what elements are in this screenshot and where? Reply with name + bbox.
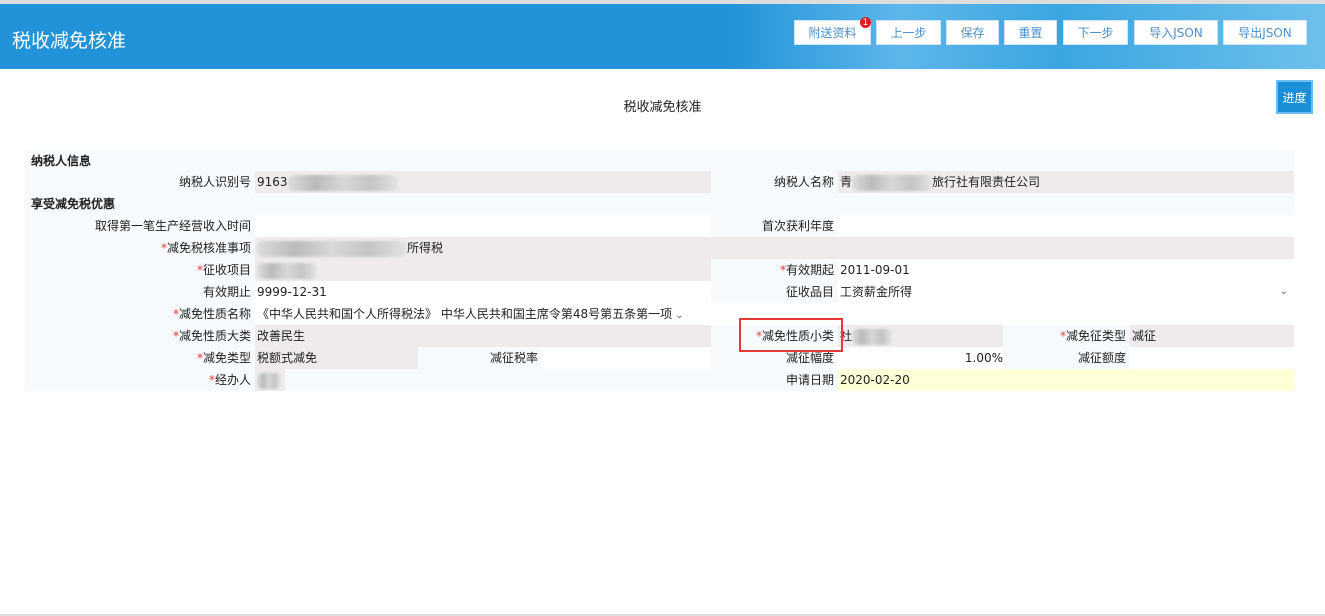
form-row: 纳税人识别号 9163 纳税人名称 青 旅行社有限责任公司	[25, 171, 1294, 193]
nature-major-field[interactable]: 改善民生	[255, 325, 711, 347]
label-text: 有效期起	[785, 263, 834, 277]
taxpayer-name-prefix: 青	[840, 175, 853, 189]
approval-item-label: *减免税核准事项	[25, 237, 255, 259]
taxpayer-id-value: 9163	[257, 175, 288, 189]
levy-type-label: *减免征类型	[1003, 325, 1130, 347]
redacted-blur	[257, 372, 281, 389]
nature-major-label: *减免性质大类	[25, 325, 255, 347]
taxpayer-id-field[interactable]: 9163	[255, 171, 711, 193]
levy-rate-field[interactable]	[542, 347, 711, 369]
attachments-badge: 1	[860, 17, 871, 28]
redacted-blur	[257, 240, 407, 257]
first-income-time-label: 取得第一笔生产经营收入时间	[94, 219, 251, 233]
previous-step-button[interactable]: 上一步	[876, 20, 941, 45]
handler-field[interactable]	[255, 369, 285, 391]
page-title: 税收减免核准	[623, 100, 702, 115]
label-text: 减免征类型	[1065, 329, 1126, 343]
levy-amount-field[interactable]	[1130, 347, 1294, 369]
reset-button[interactable]: 重置	[1004, 20, 1057, 45]
app-title: 税收减免核准	[12, 30, 127, 52]
nature-minor-field[interactable]: 社	[838, 325, 1003, 347]
redacted-blur	[852, 328, 893, 345]
form-row: *征收项目 *有效期起 2011-09-01	[25, 259, 1294, 281]
levy-subitem-select[interactable]: 工资薪金所得 ⌄	[838, 281, 1294, 303]
valid-from-field[interactable]: 2011-09-01	[838, 259, 1294, 281]
apply-date-label: 申请日期	[785, 373, 834, 387]
form-row: 取得第一笔生产经营收入时间 首次获利年度	[25, 215, 1294, 237]
section-preference: 享受减免税优惠	[25, 193, 1294, 215]
form-row: 有效期止 9999-12-31 征收品目 工资薪金所得 ⌄	[25, 281, 1294, 303]
taxpayer-name-value: 旅行社有限责任公司	[932, 175, 1041, 189]
first-profit-year-field[interactable]	[838, 215, 1294, 237]
levy-rate-label: 减征税率	[489, 351, 538, 365]
levy-item-field[interactable]	[255, 259, 711, 281]
first-income-time-field[interactable]	[255, 215, 711, 237]
label-text: 减免税核准事项	[166, 241, 251, 255]
chevron-down-icon: ⌄	[1279, 286, 1288, 297]
export-json-button[interactable]: 导出JSON	[1223, 20, 1307, 45]
section-taxpayer: 纳税人信息	[25, 150, 1294, 172]
levy-subitem-label: 征收品目	[785, 285, 834, 299]
taxpayer-id-label: 纳税人识别号	[178, 175, 251, 189]
label-text: 减免类型	[202, 351, 251, 365]
handler-label: *经办人	[25, 369, 255, 391]
levy-item-label: *征收项目	[25, 259, 255, 281]
form-row: *减免税核准事项 所得税	[25, 237, 1294, 259]
progress-button[interactable]: 进度	[1276, 80, 1313, 114]
form-row: *减免性质名称 《中华人民共和国个人所得税法》 中华人民共和国主席令第48号第五…	[25, 303, 1294, 325]
import-json-button[interactable]: 导入JSON	[1134, 20, 1218, 45]
redacted-blur	[287, 174, 398, 191]
label-text: 减免性质大类	[178, 329, 251, 343]
form-row: *减免类型 税额式减免 减征税率 减征幅度 1.00% 减征额度	[25, 347, 1294, 369]
label-text: 减免性质名称	[178, 307, 251, 321]
relief-type-label: *减免类型	[25, 347, 255, 369]
relief-type-field[interactable]: 税额式减免	[255, 347, 418, 369]
valid-from-label: *有效期起	[715, 259, 838, 281]
levy-type-field[interactable]: 减征	[1130, 325, 1294, 347]
valid-to-field[interactable]: 9999-12-31	[255, 281, 711, 303]
form-row: *减免性质大类 改善民生 *减免性质小类 社 *减免征类型 减征	[25, 325, 1294, 347]
levy-subitem-value: 工资薪金所得	[840, 285, 913, 299]
taxpayer-name-field[interactable]: 青 旅行社有限责任公司	[838, 171, 1294, 193]
next-step-button[interactable]: 下一步	[1063, 20, 1128, 45]
taxpayer-name-label: 纳税人名称	[773, 175, 834, 189]
redacted-blur	[852, 174, 933, 191]
form-row: *经办人 申请日期 2020-02-20	[25, 369, 1294, 391]
apply-date-field[interactable]: 2020-02-20	[838, 369, 1294, 391]
highlight-box	[739, 318, 843, 352]
label-text: 征收项目	[202, 263, 251, 277]
redacted-blur	[257, 262, 317, 279]
approval-item-value: 所得税	[407, 241, 444, 255]
save-button[interactable]: 保存	[946, 20, 999, 45]
nature-name-value: 《中华人民共和国个人所得税法》 中华人民共和国主席令第48号第五条第一项	[257, 307, 673, 321]
nature-name-label: *减免性质名称	[25, 303, 255, 325]
label-text: 经办人	[214, 373, 251, 387]
chevron-down-icon: ⌄	[672, 310, 684, 321]
levy-range-field[interactable]: 1.00%	[838, 347, 1003, 369]
valid-to-label: 有效期止	[202, 285, 251, 299]
approval-item-field[interactable]: 所得税	[255, 237, 1294, 259]
first-profit-year-label: 首次获利年度	[761, 219, 834, 233]
levy-amount-label: 减征额度	[1077, 351, 1126, 365]
